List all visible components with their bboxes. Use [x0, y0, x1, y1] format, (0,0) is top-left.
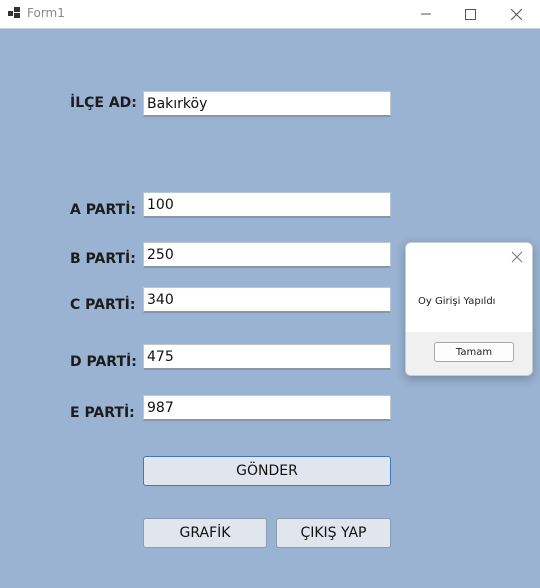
close-button[interactable] — [493, 0, 539, 28]
dialog-message: Oy Girişi Yapıldı — [418, 296, 496, 307]
ilce-input[interactable]: Bakırköy — [143, 91, 391, 117]
close-icon — [510, 8, 522, 20]
a-party-input[interactable]: 100 — [143, 192, 391, 218]
e-party-input[interactable]: 987 — [143, 395, 391, 421]
cikis-button[interactable]: ÇIKIŞ YAP — [276, 518, 391, 548]
c-party-input[interactable]: 340 — [143, 287, 391, 313]
d-party-input[interactable]: 475 — [143, 344, 391, 370]
app-icon — [8, 7, 20, 18]
dialog-close-icon[interactable] — [510, 250, 524, 264]
d-party-label: D PARTİ: — [70, 354, 137, 370]
dialog-footer: Tamam — [406, 332, 532, 375]
title-bar: Form1 — [0, 0, 540, 29]
c-party-label: C PARTİ: — [70, 297, 136, 313]
gonder-button[interactable]: GÖNDER — [143, 456, 391, 486]
e-party-label: E PARTİ: — [70, 405, 135, 421]
message-dialog: Oy Girişi Yapıldı Tamam — [405, 242, 533, 376]
b-party-label: B PARTİ: — [70, 251, 136, 267]
minimize-icon — [421, 13, 431, 15]
grafik-button[interactable]: GRAFİK — [143, 518, 267, 548]
b-party-input[interactable]: 250 — [143, 242, 391, 268]
ilce-label: İLÇE AD: — [70, 95, 137, 111]
dialog-ok-button[interactable]: Tamam — [434, 342, 514, 362]
maximize-button[interactable] — [447, 0, 493, 28]
a-party-label: A PARTİ: — [70, 202, 137, 218]
window-title: Form1 — [27, 6, 65, 20]
minimize-button[interactable] — [403, 0, 449, 28]
maximize-icon — [464, 8, 476, 20]
